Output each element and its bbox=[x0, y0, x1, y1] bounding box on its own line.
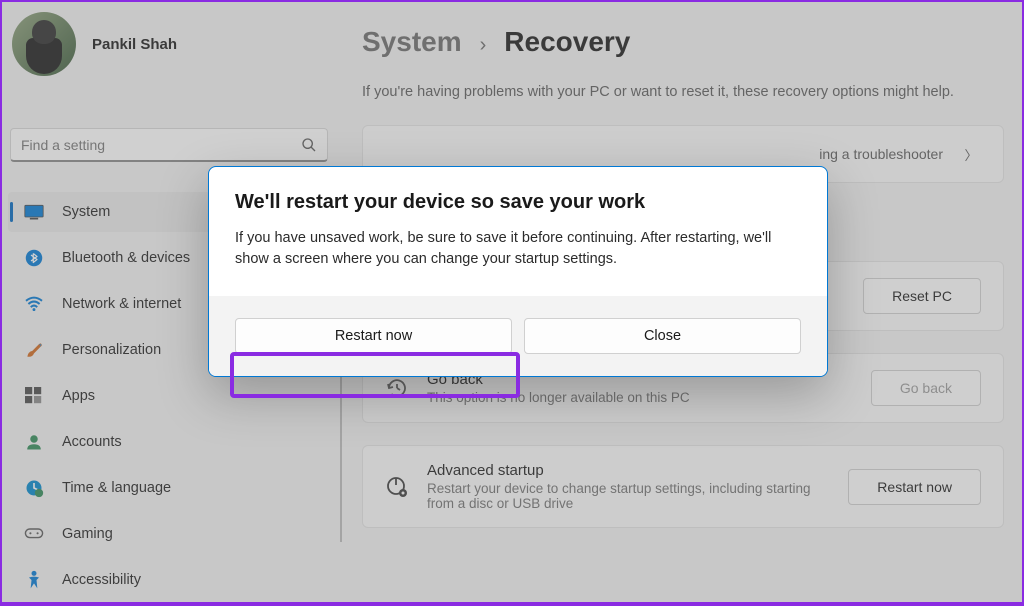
restart-dialog: We'll restart your device so save your w… bbox=[208, 166, 828, 377]
dialog-title: We'll restart your device so save your w… bbox=[235, 191, 801, 214]
dialog-text: If you have unsaved work, be sure to sav… bbox=[235, 228, 801, 270]
dialog-close-button[interactable]: Close bbox=[524, 318, 801, 354]
dialog-restart-button[interactable]: Restart now bbox=[235, 318, 512, 354]
